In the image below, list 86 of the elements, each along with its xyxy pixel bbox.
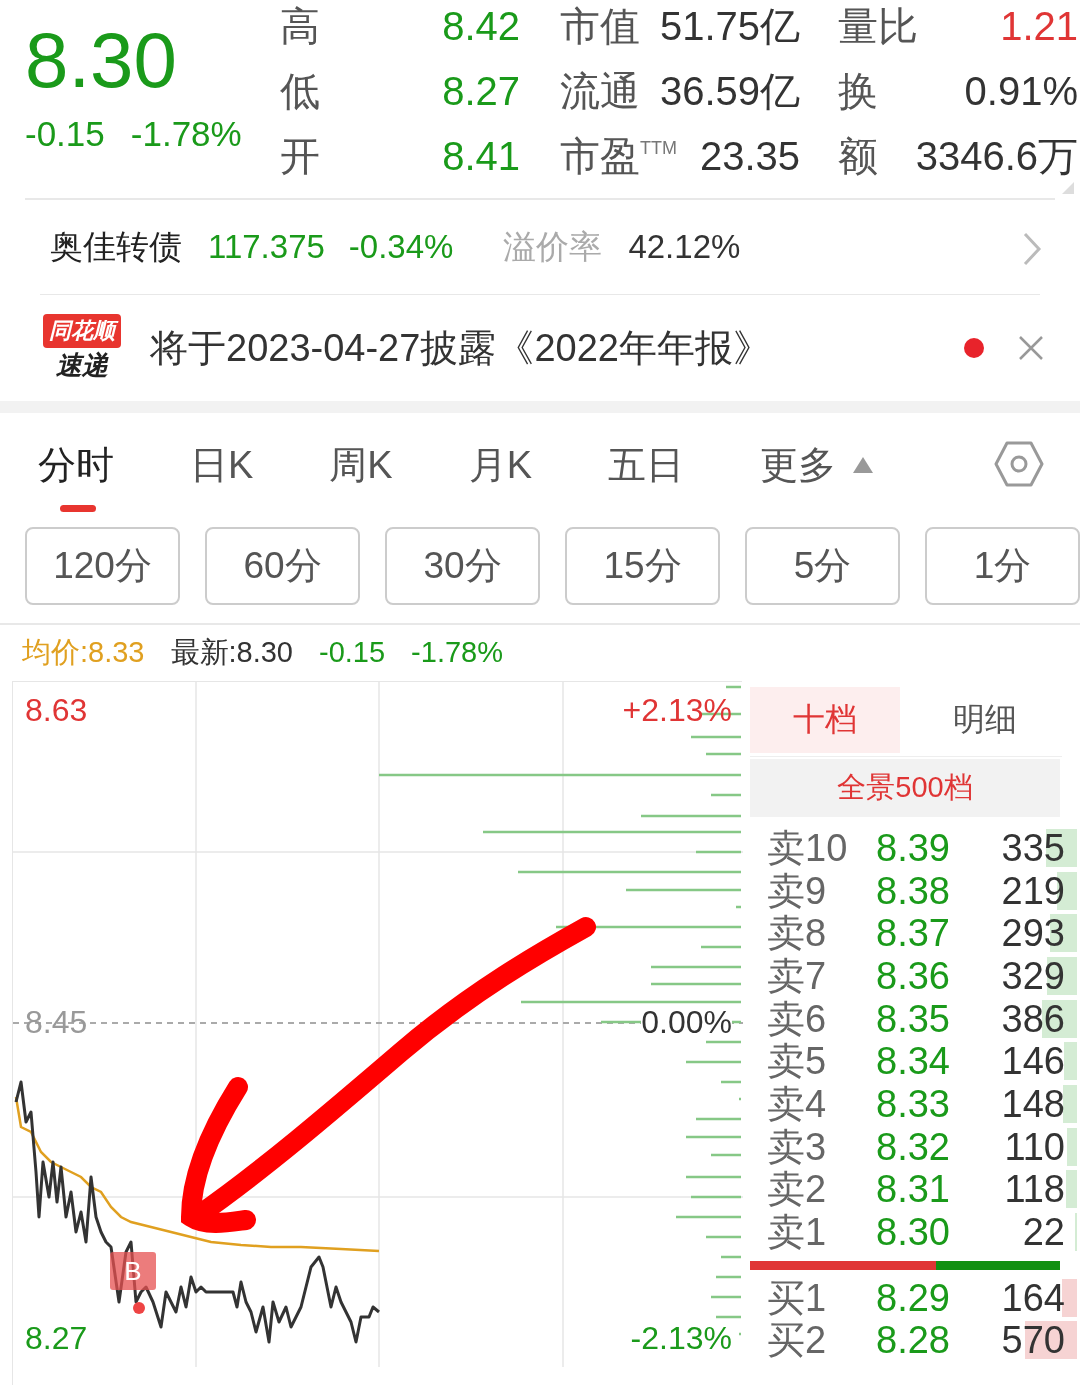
news-text[interactable]: 将于2023-04-27披露《2022年年报》	[150, 325, 771, 371]
stat-label: 量比	[838, 2, 918, 49]
period-button[interactable]: 15分	[565, 527, 720, 605]
period-button[interactable]: 60分	[205, 527, 360, 605]
axis-label: 8.45	[25, 1003, 88, 1040]
stat-label: 开	[280, 132, 320, 179]
panorama-button[interactable]: 全景500档	[750, 758, 1060, 817]
stat-value: 3346.6万	[915, 132, 1078, 179]
level-price: 8.38	[876, 869, 951, 912]
axis-label: +2.13%	[622, 691, 732, 728]
logo-badge: 同花顺	[43, 314, 121, 348]
stat-value: 8.27	[442, 67, 520, 114]
order-book-tab[interactable]: 十档	[750, 686, 900, 753]
level-price: 8.37	[876, 912, 951, 955]
chart-tab[interactable]: 周K	[329, 441, 393, 488]
level-label: 卖2	[767, 1168, 828, 1211]
level-price: 8.35	[876, 997, 951, 1040]
order-book-tab[interactable]: 明细	[910, 686, 1060, 753]
axis-label: -2.13%	[630, 1319, 732, 1356]
price-change: -0.15	[319, 636, 386, 669]
level-label: 卖6	[767, 997, 828, 1040]
latest-price: 最新:8.30	[170, 634, 293, 670]
axis-label: 8.63	[25, 691, 88, 728]
chart-tab[interactable]: 分时	[38, 441, 114, 488]
stat-label: 额	[838, 132, 878, 179]
premium-value: 42.12%	[628, 226, 741, 267]
corner-mark-icon	[1062, 182, 1074, 194]
stat-value: 36.59亿	[659, 67, 800, 114]
selected-underline	[60, 504, 96, 512]
close-icon[interactable]	[1018, 335, 1044, 361]
settings-icon[interactable]	[994, 441, 1044, 487]
bond-name: 奥佳转债	[50, 226, 182, 267]
stat-value: 51.75亿	[659, 2, 800, 49]
stat-label: 高	[280, 2, 320, 49]
level-label: 卖5	[767, 1040, 828, 1083]
chart-tab[interactable]: 五日	[608, 441, 685, 488]
percent-change: -1.78%	[130, 114, 242, 154]
level-price: 8.34	[876, 1040, 951, 1083]
level-price: 8.33	[876, 1082, 951, 1125]
stat-label: 市值	[560, 2, 640, 49]
price-change: -0.15	[25, 114, 105, 154]
period-button[interactable]: 120分	[25, 527, 180, 605]
stat-label: 低	[280, 67, 320, 114]
axis-label: 8.27	[25, 1319, 88, 1356]
level-price: 8.31	[876, 1168, 951, 1211]
chevron-right-icon	[1022, 230, 1042, 267]
period-button[interactable]: 30分	[385, 527, 540, 605]
buy-marker: B	[110, 1251, 156, 1290]
bond-change: -0.34%	[348, 226, 454, 267]
stat-label: 换	[838, 67, 878, 114]
period-button[interactable]: 1分	[925, 527, 1080, 605]
chart-tab[interactable]: 日K	[190, 441, 254, 488]
bond-price: 117.375	[208, 226, 325, 267]
level-label: 卖4	[767, 1082, 828, 1125]
stat-label: 流通	[560, 67, 640, 114]
current-price: 8.30	[25, 20, 177, 100]
stat-value: 8.42	[442, 2, 520, 49]
stat-label: 市盈$^{TTM}$	[560, 132, 677, 179]
chart-tab[interactable]: 更多	[760, 441, 875, 488]
stat-value: 23.35	[699, 132, 800, 179]
chart-tab[interactable]: 月K	[468, 441, 533, 488]
bond-row[interactable]: 奥佳转债 117.375 -0.34% 溢价率 42.12%	[0, 199, 1080, 294]
level-price: 8.30	[876, 1211, 951, 1254]
level-label: 买1	[767, 1276, 828, 1319]
stat-value: 8.41	[442, 132, 520, 179]
level-label: 卖10	[767, 826, 849, 869]
level-label: 卖9	[767, 869, 828, 912]
stat-value: 0.91%	[964, 67, 1078, 114]
level-label: 买2	[767, 1319, 828, 1362]
level-label: 卖3	[767, 1125, 828, 1168]
average-price: 均价:8.33	[22, 634, 145, 670]
level-price: 8.28	[876, 1319, 951, 1362]
level-price: 8.36	[876, 954, 951, 997]
level-price: 8.29	[876, 1276, 951, 1319]
level-label: 卖7	[767, 954, 828, 997]
trade-dot	[133, 1301, 145, 1314]
logo-caption: 速递	[56, 349, 108, 382]
stat-value: 1.21	[1000, 2, 1078, 49]
level-price: 8.39	[876, 826, 951, 869]
period-button[interactable]: 5分	[745, 527, 900, 605]
level-label: 卖1	[767, 1211, 828, 1254]
percent-change: -1.78%	[411, 636, 503, 669]
level-price: 8.32	[876, 1125, 951, 1168]
caret-icon	[852, 455, 875, 474]
level-label: 卖8	[767, 912, 828, 955]
premium-label: 溢价率	[503, 226, 603, 267]
